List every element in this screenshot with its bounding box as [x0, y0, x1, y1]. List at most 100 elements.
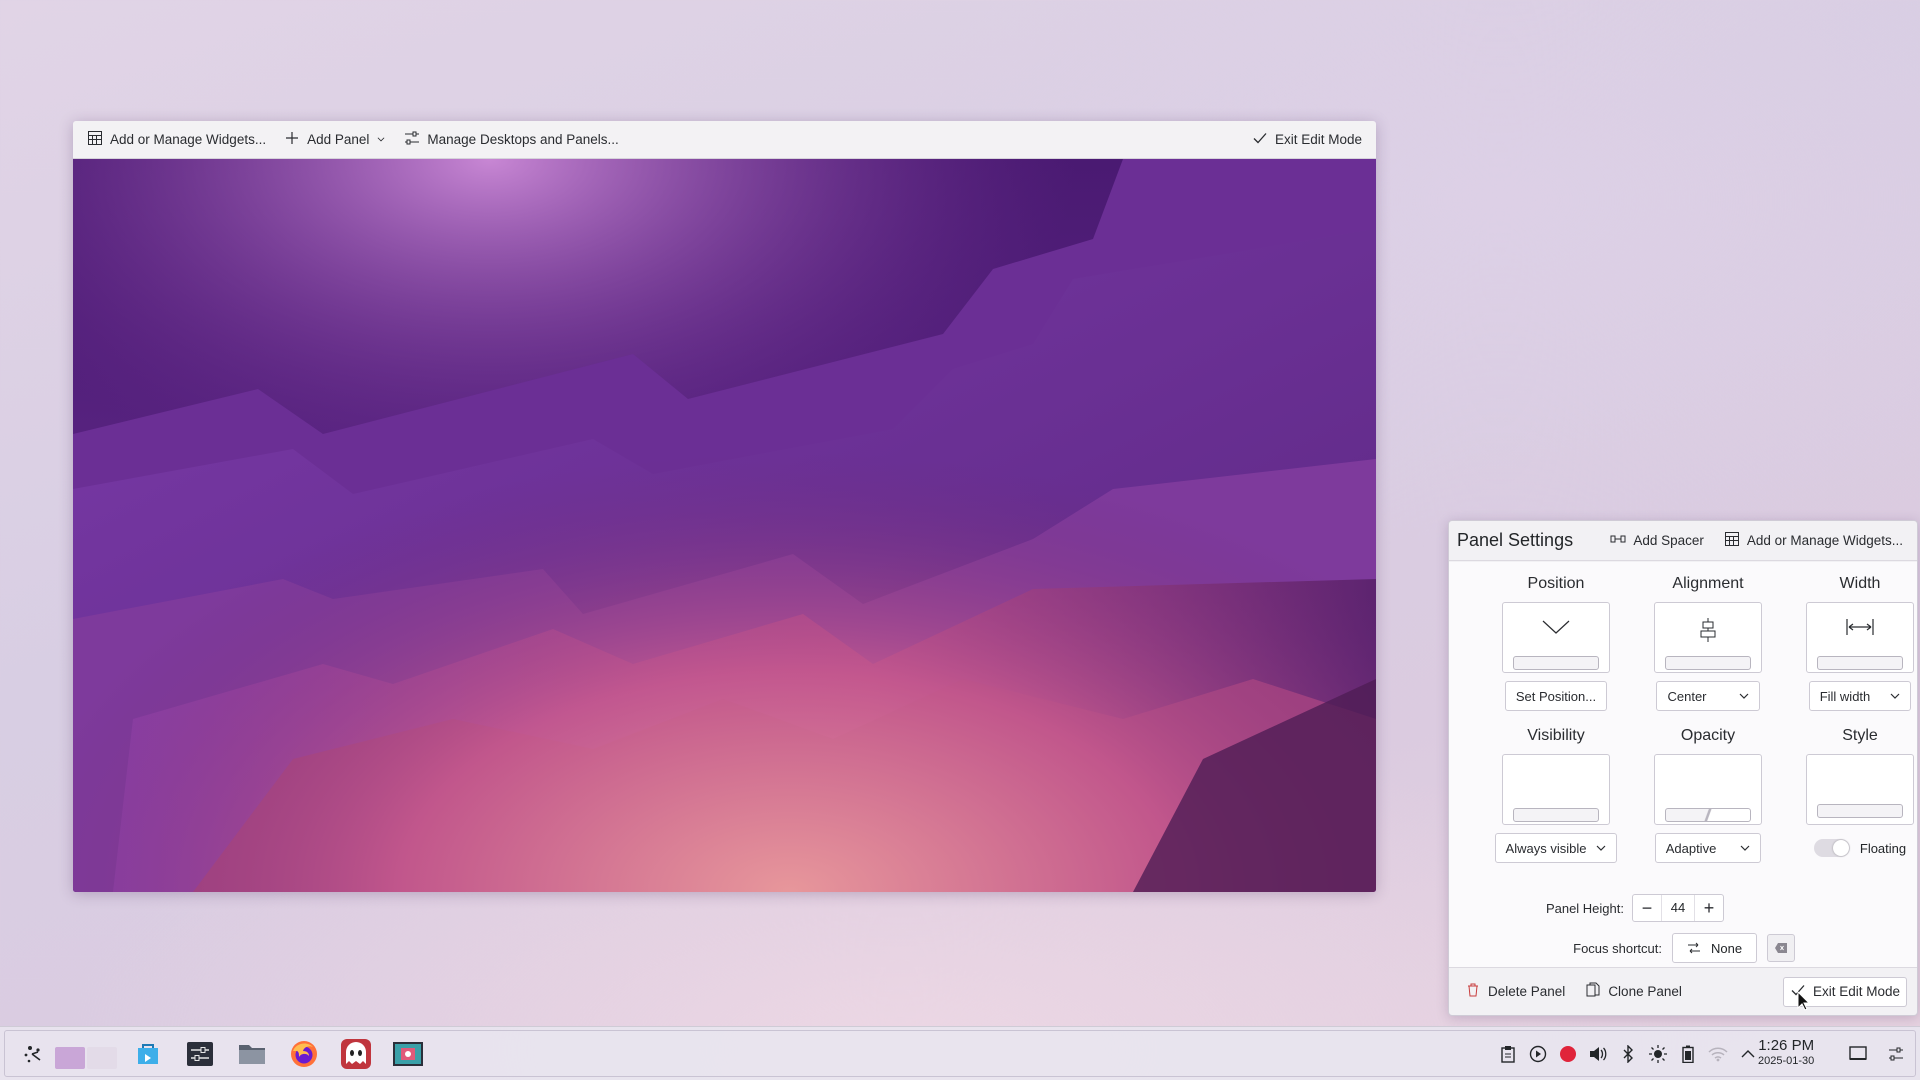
discover-icon[interactable]: [130, 1036, 166, 1072]
visibility-section: Visibility Always visible: [1491, 724, 1621, 863]
pager-icon[interactable]: [54, 1036, 118, 1072]
opacity-dropdown[interactable]: Adaptive: [1654, 833, 1762, 863]
width-preview[interactable]: [1806, 602, 1914, 673]
chevron-down-icon: [1740, 845, 1750, 851]
panel-height-spinbox[interactable]: − 44 +: [1632, 894, 1724, 922]
increase-height-button[interactable]: +: [1695, 895, 1723, 921]
screenshot-app-icon[interactable]: [390, 1036, 426, 1072]
position-title: Position: [1527, 575, 1585, 592]
decrease-height-button[interactable]: −: [1633, 895, 1661, 921]
delete-panel-label: Delete Panel: [1488, 984, 1566, 999]
visibility-preview[interactable]: [1502, 754, 1610, 825]
alignment-value: Center: [1667, 688, 1707, 704]
copy-icon: [1585, 982, 1601, 1001]
clear-shortcut-button[interactable]: [1767, 934, 1796, 962]
clipboard-icon[interactable]: [1498, 1044, 1518, 1064]
wallpaper-preview: [73, 159, 1376, 892]
alignment-title: Alignment: [1672, 575, 1744, 592]
panel-exit-edit-mode-label: Exit Edit Mode: [1812, 984, 1900, 999]
widgets-grid-icon: [87, 130, 103, 149]
mouse-cursor-icon: [1797, 990, 1811, 1014]
alignment-preview[interactable]: [1654, 602, 1762, 673]
expand-tray-icon[interactable]: [1738, 1044, 1758, 1064]
backspace-icon: [1775, 943, 1788, 953]
panel-settings-title: Panel Settings: [1457, 530, 1574, 550]
style-preview[interactable]: [1806, 754, 1914, 825]
record-icon[interactable]: [1558, 1044, 1578, 1064]
ghost-app-icon[interactable]: [338, 1036, 374, 1072]
chevron-down-icon: [1597, 845, 1606, 851]
wifi-icon[interactable]: [1708, 1044, 1728, 1064]
plus-icon: [284, 130, 300, 149]
width-title: Width: [1839, 575, 1881, 592]
panel-settings-header: Panel Settings Add Spacer Add or Manage …: [1449, 521, 1917, 561]
clock-date: 2025-01-30: [1758, 1055, 1815, 1067]
application-launcher-icon[interactable]: [16, 1036, 52, 1072]
add-panel-label: Add Panel: [307, 132, 370, 147]
widgets-grid-icon: [1724, 531, 1740, 550]
file-manager-icon[interactable]: [234, 1036, 270, 1072]
firefox-icon[interactable]: [286, 1036, 322, 1072]
chevron-down-icon: [1542, 620, 1570, 634]
checkmark-icon: [1252, 130, 1268, 149]
edit-mode-toolbar: Add or Manage Widgets... Add Panel Manag…: [73, 121, 1376, 159]
style-title: Style: [1842, 727, 1878, 744]
brightness-icon[interactable]: [1648, 1044, 1668, 1064]
shortcut-icon: [1688, 942, 1700, 954]
media-player-icon[interactable]: [1528, 1044, 1548, 1064]
clone-panel-label: Clone Panel: [1608, 984, 1682, 999]
sliders-icon: [404, 130, 420, 149]
manage-desktops-button[interactable]: Manage Desktops and Panels...: [398, 125, 624, 155]
panel-height-value[interactable]: 44: [1661, 895, 1695, 921]
width-dropdown[interactable]: Fill width: [1808, 681, 1912, 711]
add-widgets-label: Add or Manage Widgets...: [110, 132, 267, 147]
alignment-dropdown[interactable]: Center: [1656, 681, 1760, 711]
delete-panel-button[interactable]: Delete Panel: [1459, 977, 1571, 1007]
exit-edit-mode-button[interactable]: Exit Edit Mode: [1246, 125, 1368, 155]
chevron-down-icon: [1890, 693, 1900, 699]
opacity-preview[interactable]: [1654, 754, 1762, 825]
position-section: Position Set Position...: [1491, 572, 1621, 711]
manage-desktops-label: Manage Desktops and Panels...: [427, 132, 619, 147]
panel-height-label: Panel Height:: [1545, 900, 1624, 916]
panel-add-widgets-label: Add or Manage Widgets...: [1746, 533, 1903, 548]
desktop-edit-preview: Add or Manage Widgets... Add Panel Manag…: [73, 121, 1376, 892]
exit-edit-mode-label: Exit Edit Mode: [1274, 132, 1362, 147]
focus-shortcut-button[interactable]: None: [1672, 933, 1758, 963]
visibility-dropdown[interactable]: Always visible: [1494, 833, 1618, 863]
opacity-title: Opacity: [1680, 727, 1736, 744]
set-position-button[interactable]: Set Position...: [1504, 681, 1608, 711]
panel-settings-dialog: Panel Settings Add Spacer Add or Manage …: [1448, 520, 1918, 1016]
fill-width-icon: [1846, 619, 1874, 635]
volume-icon[interactable]: [1588, 1044, 1608, 1064]
add-panel-button[interactable]: Add Panel: [278, 125, 392, 155]
alignment-section: Alignment Center: [1643, 572, 1773, 711]
bluetooth-icon[interactable]: [1618, 1044, 1638, 1064]
show-desktop-icon[interactable]: [1848, 1044, 1868, 1064]
floating-toggle[interactable]: [1813, 839, 1850, 857]
visibility-value: Always visible: [1505, 840, 1587, 856]
add-spacer-label: Add Spacer: [1633, 533, 1704, 548]
align-center-icon: [1700, 618, 1716, 642]
panel-settings-body: Position Set Position... Alignment Cente…: [1449, 562, 1917, 967]
clone-panel-button[interactable]: Clone Panel: [1579, 977, 1688, 1007]
opacity-section: Opacity Adaptive: [1643, 724, 1773, 863]
clock-time: 1:26 PM: [1758, 1037, 1815, 1054]
system-settings-icon[interactable]: [182, 1036, 218, 1072]
digital-clock[interactable]: 1:26 PM 2025-01-30: [1758, 1037, 1814, 1067]
position-preview[interactable]: [1502, 602, 1610, 673]
focus-shortcut-label: Focus shortcut:: [1573, 940, 1662, 956]
chevron-down-icon: [1739, 693, 1748, 699]
floating-toggle-row: Floating: [1795, 839, 1920, 857]
width-value: Fill width: [1819, 688, 1871, 704]
opacity-value: Adaptive: [1665, 840, 1717, 856]
panel-configure-icon[interactable]: [1886, 1044, 1906, 1064]
add-widgets-button[interactable]: Add or Manage Widgets...: [81, 125, 272, 155]
add-spacer-button[interactable]: Add Spacer: [1604, 526, 1710, 556]
panel-add-widgets-button[interactable]: Add or Manage Widgets...: [1718, 526, 1909, 556]
battery-icon[interactable]: [1678, 1044, 1698, 1064]
panel-settings-footer: Delete Panel Clone Panel Exit Edit Mode: [1449, 967, 1917, 1015]
width-section: Width Fill width: [1795, 572, 1920, 711]
taskbar-panel: 1:26 PM 2025-01-30: [0, 1026, 1920, 1080]
floating-label: Floating: [1859, 840, 1907, 856]
